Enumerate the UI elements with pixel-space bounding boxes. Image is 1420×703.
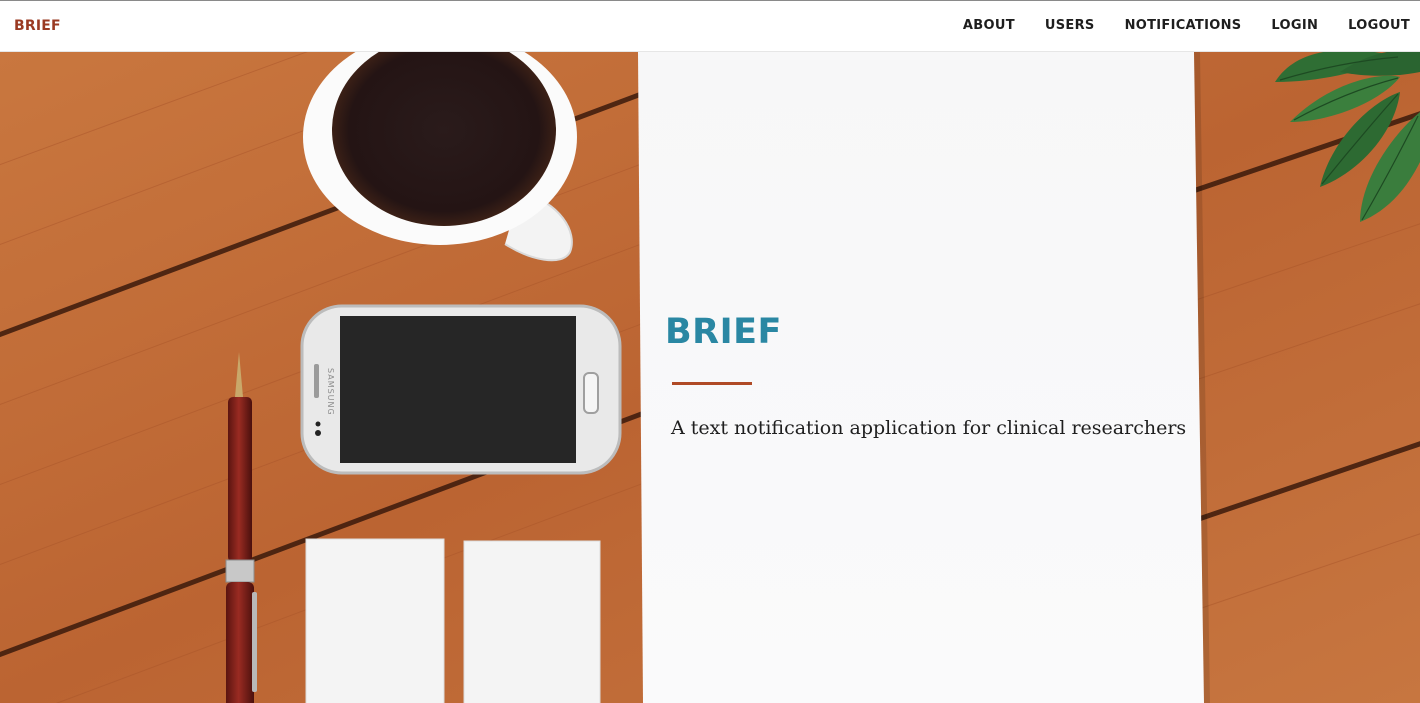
top-navbar: BRIEF ABOUT USERS NOTIFICATIONS LOGIN LO…: [0, 0, 1420, 52]
nav-link-about[interactable]: ABOUT: [963, 18, 1015, 33]
smartphone-image: SAMSUNG: [300, 304, 622, 475]
hero-background-image: SAMSUNG: [0, 52, 1420, 703]
brand-logo-link[interactable]: BRIEF: [14, 18, 61, 34]
hero-title: BRIEF: [665, 312, 782, 352]
nav-links: ABOUT USERS NOTIFICATIONS LOGIN LOGOUT: [933, 18, 1410, 33]
phone-brand-text: SAMSUNG: [326, 368, 335, 416]
nav-link-logout[interactable]: LOGOUT: [1348, 18, 1410, 33]
hero-subtitle: A text notification application for clin…: [671, 417, 1187, 439]
nav-link-login[interactable]: LOGIN: [1271, 18, 1318, 33]
hero-section: SAMSUNG BRIEF A text notification applic…: [0, 52, 1420, 703]
nav-link-users[interactable]: USERS: [1045, 18, 1095, 33]
paper-sheet: [638, 52, 1204, 703]
hero-divider: [672, 382, 752, 385]
nav-link-notifications[interactable]: NOTIFICATIONS: [1125, 18, 1242, 33]
